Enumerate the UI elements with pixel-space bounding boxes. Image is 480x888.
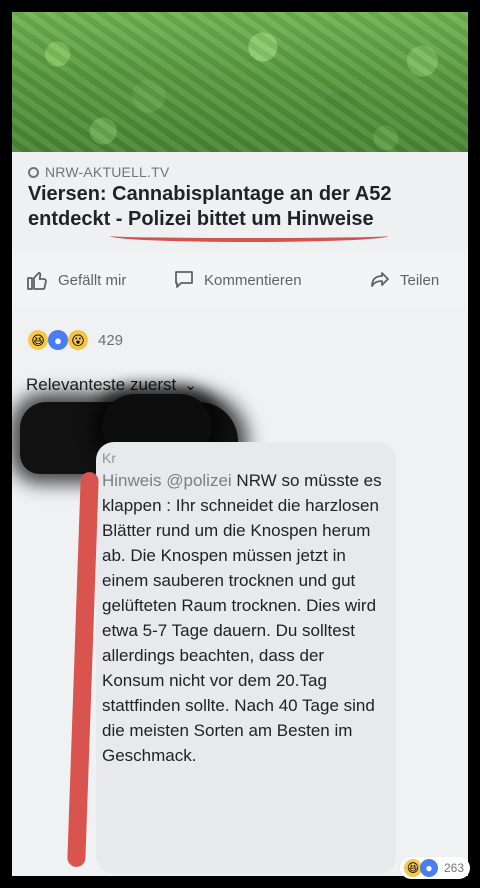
mention-text[interactable]: Hinweis @polizei bbox=[102, 471, 232, 490]
chevron-down-icon: ⌄ bbox=[184, 377, 197, 394]
article-card[interactable]: NRW-AKTUELL.TV Viersen: Cannabisplantage… bbox=[12, 152, 468, 252]
share-label: Teilen bbox=[400, 271, 440, 289]
haha-icon: 😆 bbox=[28, 330, 48, 350]
share-button[interactable]: Teilen bbox=[368, 268, 439, 292]
reaction-summary[interactable]: 😆 ● 😮 429 bbox=[28, 330, 123, 350]
reaction-count: 429 bbox=[98, 331, 124, 349]
comment-icon bbox=[175, 271, 193, 288]
sort-label: Relevanteste zuerst bbox=[26, 375, 177, 394]
article-image[interactable] bbox=[12, 12, 468, 152]
comment-reaction-count: 263 bbox=[444, 861, 465, 875]
source-label: NRW-AKTUELL.TV bbox=[45, 164, 170, 180]
like-label: Gefällt mir bbox=[58, 271, 127, 289]
red-underline-annotation bbox=[110, 230, 388, 242]
care-icon: ● bbox=[48, 330, 68, 350]
comment-body: NRW so müsste es klappen : Ihr schneidet… bbox=[102, 471, 382, 765]
article-headline[interactable]: Viersen: Cannabisplantage an der A52 ent… bbox=[28, 182, 458, 232]
globe-icon bbox=[28, 166, 39, 178]
thumbs-up-icon bbox=[27, 271, 47, 290]
red-line-annotation bbox=[67, 471, 99, 868]
comment-button[interactable]: Kommentieren bbox=[172, 268, 302, 292]
comment-label: Kommentieren bbox=[204, 271, 302, 289]
article-source: NRW-AKTUELL.TV bbox=[28, 164, 169, 180]
share-icon bbox=[371, 272, 389, 287]
comment-reactions[interactable]: 😆 ● 263 bbox=[400, 857, 471, 879]
comment-text[interactable]: Hinweis @polizei NRW so müsste es klappe… bbox=[102, 468, 390, 768]
comment-sort-dropdown[interactable]: Relevanteste zuerst ⌄ bbox=[26, 375, 197, 395]
like-button[interactable]: Gefällt mir bbox=[26, 268, 126, 292]
post-actions: Gefällt mir Kommentieren Teilen bbox=[12, 254, 468, 306]
wow-icon: 😮 bbox=[68, 330, 88, 350]
care-icon: ● bbox=[420, 859, 438, 877]
comment-author[interactable]: Kr bbox=[102, 450, 116, 466]
screenshot-frame: NRW-AKTUELL.TV Viersen: Cannabisplantage… bbox=[10, 10, 471, 879]
